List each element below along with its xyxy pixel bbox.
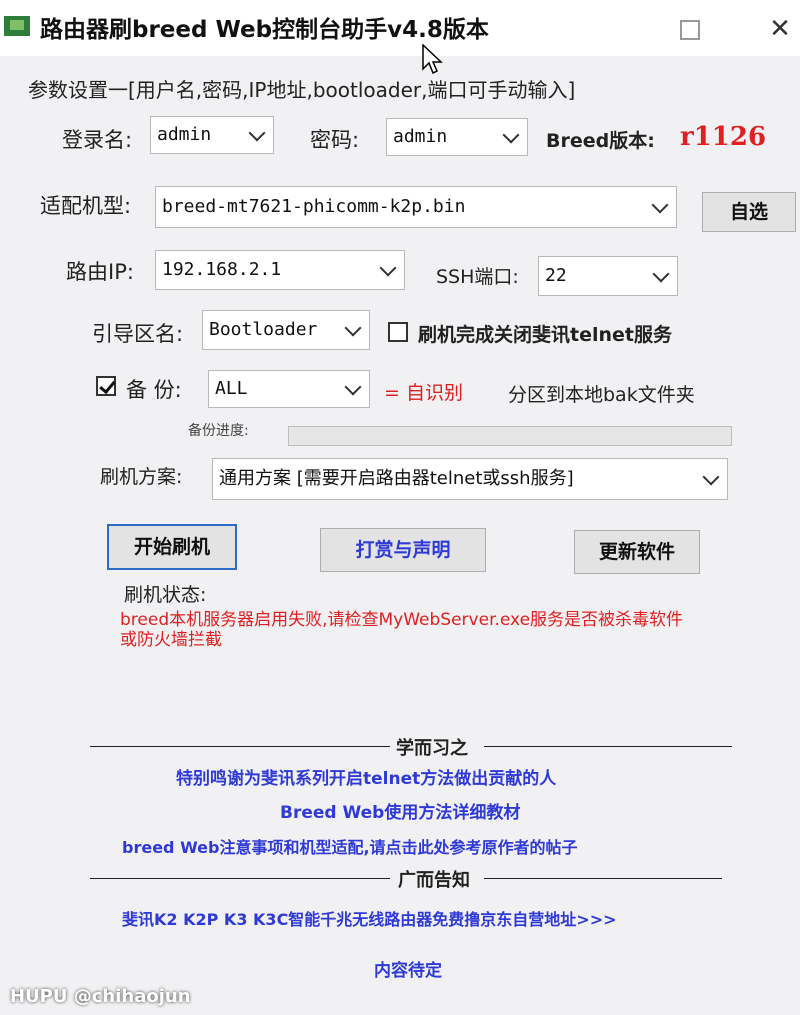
password-combo[interactable]: admin <box>386 118 528 156</box>
backup-destination-label: 分区到本地bak文件夹 <box>508 384 695 406</box>
scheme-label: 刷机方案: <box>100 466 183 488</box>
chevron-down-icon <box>652 265 670 283</box>
maximize-button[interactable] <box>668 14 708 44</box>
login-combo[interactable]: admin <box>150 116 274 154</box>
pending-content-link[interactable]: 内容待定 <box>374 956 442 981</box>
title-bar: 路由器刷breed Web控制台助手v4.8版本 ✕ <box>0 0 800 56</box>
jd-promo-link[interactable]: 斐讯K2 K2P K3 K3C智能千兆无线路由器免费撸京东自营地址>>> <box>122 906 617 930</box>
reward-statement-button[interactable]: 打赏与声明 <box>320 528 486 572</box>
breed-version-value: r1126 <box>680 122 767 152</box>
ssh-port-label: SSH端口: <box>436 266 519 288</box>
login-value: admin <box>157 124 212 145</box>
status-message: breed本机服务器启用失败,请检查MyWebServer.exe服务是否被杀毒… <box>120 610 684 650</box>
model-combo[interactable]: breed-mt7621-phicomm-k2p.bin <box>155 186 677 228</box>
start-flash-button[interactable]: 开始刷机 <box>107 524 237 570</box>
custom-select-button[interactable]: 自选 <box>702 192 796 232</box>
ip-combo[interactable]: 192.168.2.1 <box>155 250 405 290</box>
boot-value: Bootloader <box>209 319 318 340</box>
login-label: 登录名: <box>62 128 133 152</box>
app-window: 路由器刷breed Web控制台助手v4.8版本 ✕ 参数设置一[用户名,密码,… <box>0 0 800 1015</box>
separator-line <box>484 878 722 879</box>
params-heading: 参数设置一[用户名,密码,IP地址,bootloader,端口可手动输入] <box>28 78 576 102</box>
mouse-cursor-icon <box>422 44 443 75</box>
chevron-down-icon <box>379 259 397 277</box>
auto-detect-label: = 自识别 <box>384 382 463 404</box>
breed-version-label: Breed版本: <box>546 130 655 152</box>
scheme-combo[interactable]: 通用方案 [需要开启路由器telnet或ssh服务] <box>212 458 728 500</box>
watermark: HUPU @chihaojun <box>10 986 191 1007</box>
backup-checkbox[interactable] <box>96 376 116 396</box>
learn-heading: 学而习之 <box>396 738 468 759</box>
backup-value: ALL <box>215 378 248 399</box>
close-button[interactable]: ✕ <box>760 14 800 44</box>
model-value: breed-mt7621-phicomm-k2p.bin <box>162 196 466 217</box>
tutorial-link[interactable]: Breed Web使用方法详细教材 <box>280 798 520 823</box>
chevron-down-icon <box>702 468 720 486</box>
ssh-port-combo[interactable]: 22 <box>538 256 678 296</box>
ads-heading: 广而告知 <box>398 870 470 891</box>
app-icon <box>4 16 30 36</box>
update-software-button[interactable]: 更新软件 <box>574 530 700 574</box>
separator-line <box>90 878 390 879</box>
chevron-down-icon <box>248 124 266 142</box>
chevron-down-icon <box>651 196 669 214</box>
notes-link[interactable]: breed Web注意事项和机型适配,请点击此处参考原作者的帖子 <box>122 834 578 858</box>
ip-label: 路由IP: <box>66 260 134 284</box>
model-label: 适配机型: <box>40 194 132 218</box>
status-label: 刷机状态: <box>124 584 207 606</box>
thanks-link[interactable]: 特别鸣谢为斐讯系列开启telnet方法做出贡献的人 <box>176 764 556 789</box>
window-title: 路由器刷breed Web控制台助手v4.8版本 <box>40 17 489 43</box>
chevron-down-icon <box>344 378 362 396</box>
close-telnet-label: 刷机完成关闭斐讯telnet服务 <box>418 324 672 346</box>
separator-line <box>90 746 390 747</box>
backup-combo[interactable]: ALL <box>208 370 370 408</box>
boot-label: 引导区名: <box>92 322 184 346</box>
chevron-down-icon <box>502 126 520 144</box>
boot-combo[interactable]: Bootloader <box>202 310 370 350</box>
backup-label: 备 份: <box>126 378 182 402</box>
separator-line <box>484 746 732 747</box>
progress-label: 备份进度: <box>188 423 249 439</box>
password-label: 密码: <box>310 128 360 152</box>
ssh-port-value: 22 <box>545 265 567 286</box>
scheme-value: 通用方案 [需要开启路由器telnet或ssh服务] <box>219 468 574 489</box>
ip-value: 192.168.2.1 <box>162 259 282 280</box>
chevron-down-icon <box>344 319 362 337</box>
password-value: admin <box>393 126 448 147</box>
backup-progress-bar <box>288 426 732 446</box>
close-telnet-checkbox[interactable] <box>388 322 408 342</box>
